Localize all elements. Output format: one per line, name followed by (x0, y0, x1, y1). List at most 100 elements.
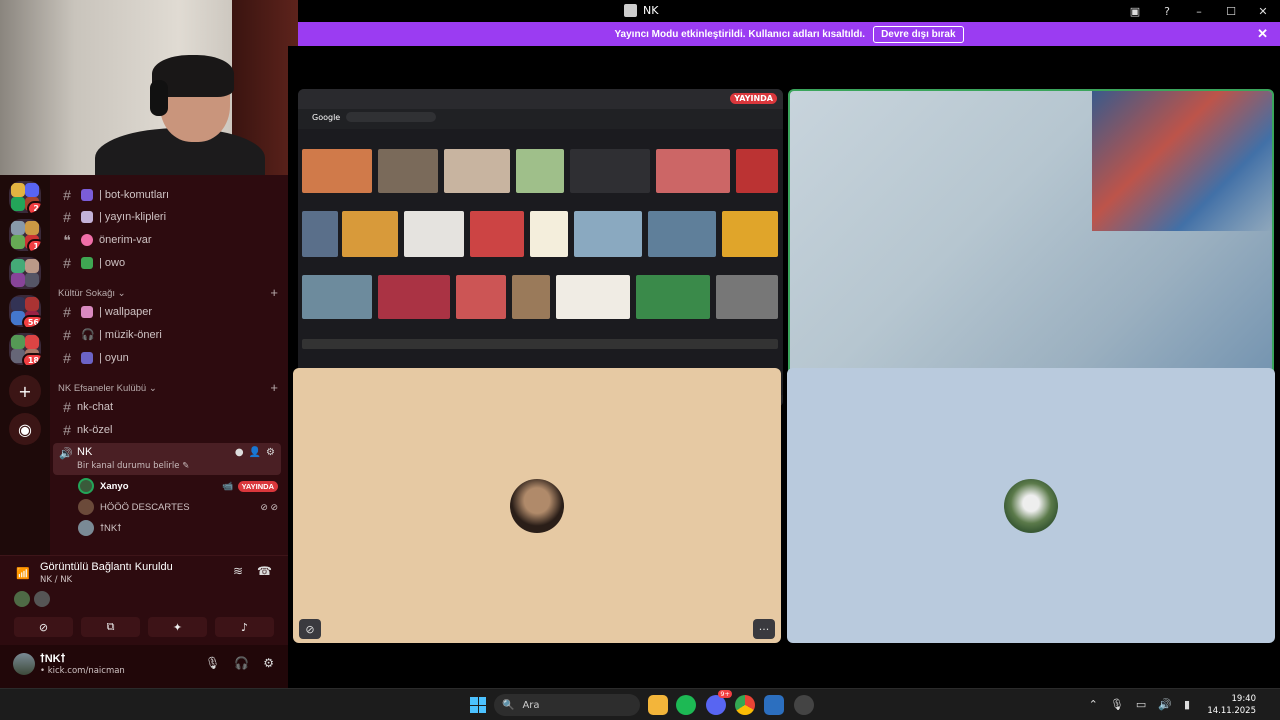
minimize-icon[interactable]: – (1192, 4, 1206, 18)
network-icon[interactable]: ▭ (1136, 698, 1146, 711)
disconnect-icon[interactable]: ☎ (257, 564, 272, 578)
screen-share-button[interactable]: ⧉ (81, 617, 140, 637)
server-folder-icon[interactable] (9, 257, 41, 289)
help-icon[interactable]: ? (1160, 4, 1174, 18)
microphone-icon[interactable]: 🎙 (205, 656, 220, 670)
noise-suppression-icon[interactable]: ≋ (233, 564, 243, 578)
channel-wallpaper[interactable]: # | wallpaper (53, 301, 281, 323)
add-server-icon[interactable]: + (9, 375, 41, 407)
shared-browser-tabs (298, 89, 783, 109)
clock[interactable]: 19:40 14.11.2025 (1207, 693, 1256, 717)
battery-icon[interactable]: ▮ (1184, 698, 1190, 711)
file-explorer-icon[interactable] (648, 695, 668, 715)
avatar (78, 520, 94, 536)
connection-location: NK / NK (40, 575, 73, 585)
server-icon (624, 4, 637, 17)
shared-search-engine-label: Google (312, 113, 341, 122)
mention-badge: 1 (27, 239, 41, 251)
invite-icon[interactable]: 👤 (249, 447, 261, 458)
username: ꝉNKꝉ (40, 653, 66, 665)
text-channel-icon: # (63, 422, 71, 438)
camera-off-icon[interactable]: ⊘ (299, 619, 321, 639)
text-channel-icon: # (63, 304, 71, 320)
start-icon[interactable] (470, 697, 486, 713)
add-channel-icon[interactable]: + (270, 380, 278, 395)
window-title-text: NK (643, 4, 659, 17)
camera-off-button[interactable]: ⊘ (14, 617, 73, 637)
banner-message: Yayıncı Modu etkinleştirildi. Kullanıcı … (614, 28, 866, 40)
windows-taskbar: 🔍 Ara 9+ ⌃ 🎙 ▭ 🔊 ▮ 19:40 14.11.2025 (0, 688, 1280, 720)
connection-status[interactable]: Görüntülü Bağlantı Kuruldu (40, 561, 173, 573)
voice-member[interactable]: HÖÖÖ DESCARTES ⊘ ⊘ (78, 497, 278, 517)
activities-button[interactable]: ✦ (148, 617, 207, 637)
spotify-icon[interactable] (676, 695, 696, 715)
streamer-mode-banner: Yayıncı Modu etkinleştirildi. Kullanıcı … (298, 22, 1280, 46)
channel-list: # | bot-komutları # | yayın-klipleri ❝ ö… (50, 175, 288, 555)
system-tray: ⌃ 🎙 ▭ 🔊 ▮ (1089, 698, 1190, 711)
discord-icon[interactable]: 9+ (706, 690, 732, 715)
avatar[interactable] (13, 653, 35, 675)
clover-emoji-icon (81, 257, 93, 269)
discover-icon[interactable]: ◉ (9, 413, 41, 445)
channel-owo[interactable]: # | owo (53, 252, 281, 274)
channel-yayin-klipleri[interactable]: # | yayın-klipleri (53, 206, 281, 228)
app-icon[interactable] (794, 695, 814, 715)
camera-tile[interactable] (788, 89, 1274, 407)
voice-channel-nk[interactable]: 🔊 NK Bir kanal durumu belirle ✎ ● 👤 ⚙ (53, 443, 281, 475)
disable-streamer-mode-button[interactable]: Devre dışı bırak (873, 25, 964, 43)
channel-oyun[interactable]: # | oyun (53, 347, 281, 369)
live-badge: YAYINDA (730, 93, 777, 104)
voice-member[interactable]: Xanyo 📹 YAYINDA (78, 476, 278, 496)
shared-image-results (298, 149, 783, 399)
speaker-icon: 🔊 (59, 447, 73, 460)
close-window-icon[interactable]: ✕ (1256, 4, 1270, 18)
server-folder-icon[interactable]: 2 (9, 181, 41, 213)
heart-emoji-icon (81, 234, 93, 246)
server-folder-icon[interactable]: 1 (9, 219, 41, 251)
category-nk-efsaneler-kulubu[interactable]: NK Efsaneler Kulübü ⌄ + (58, 380, 278, 395)
channel-muzik-oneri[interactable]: # 🎧 | müzik-öneri (53, 324, 281, 346)
robot-emoji-icon (81, 189, 93, 201)
channel-bot-komutlari[interactable]: # | bot-komutları (53, 184, 281, 206)
custom-status: • kick.com/naicman (40, 666, 125, 676)
avatar (1004, 478, 1058, 533)
channel-status[interactable]: Bir kanal durumu belirle ✎ (77, 461, 189, 471)
server-folder-icon[interactable]: 18 (9, 333, 41, 365)
text-channel-icon: # (63, 255, 71, 271)
chrome-icon[interactable] (735, 695, 755, 715)
maximize-icon[interactable]: ☐ (1224, 4, 1238, 18)
add-channel-icon[interactable]: + (270, 285, 278, 300)
mention-badge: 18 (21, 353, 41, 365)
webcam-overlay (0, 0, 298, 175)
channel-onerim-var[interactable]: ❝ önerim-var (53, 229, 281, 251)
participant-tile[interactable] (787, 368, 1275, 643)
voice-member[interactable]: ꝉNKꝉ (78, 518, 278, 538)
avatar (78, 478, 94, 494)
server-folder-icon[interactable]: 56 (9, 295, 41, 327)
text-channel-icon: # (63, 350, 71, 366)
channel-nk-ozel[interactable]: # nk-özel (53, 419, 281, 441)
live-badge: YAYINDA (237, 480, 278, 492)
camera-icon: 📹 (222, 480, 234, 491)
category-kultur-sokagi[interactable]: Kültür Sokağı ⌄ + (58, 285, 278, 300)
chat-bubble-icon[interactable]: ● (235, 447, 244, 458)
search-icon: 🔍 (502, 699, 515, 711)
headphones-icon[interactable]: 🎧 (234, 656, 249, 670)
chevron-up-icon[interactable]: ⌃ (1089, 698, 1098, 711)
close-banner-icon[interactable]: ✕ (1257, 26, 1268, 42)
gear-icon[interactable]: ⚙ (263, 656, 274, 670)
inbox-icon[interactable]: ▣ (1128, 4, 1142, 18)
participant-tile[interactable]: ⊘ ··· (293, 368, 781, 643)
app-icon[interactable] (764, 695, 784, 715)
taskbar-search[interactable]: 🔍 Ara (494, 694, 640, 716)
text-channel-icon: # (63, 209, 71, 225)
more-options-icon[interactable]: ··· (753, 619, 775, 639)
channel-nk-chat[interactable]: # nk-chat (53, 396, 281, 418)
gear-icon[interactable]: ⚙ (266, 447, 275, 458)
volume-icon[interactable]: 🔊 (1158, 698, 1172, 711)
soundboard-button[interactable]: ♪ (215, 617, 274, 637)
screen-share-tile[interactable]: Google YAYINDA (298, 89, 783, 407)
voice-channel-name: NK (77, 446, 93, 458)
microphone-icon[interactable]: 🎙 (1110, 698, 1124, 711)
muted-deafened-icon: ⊘ ⊘ (260, 501, 278, 512)
